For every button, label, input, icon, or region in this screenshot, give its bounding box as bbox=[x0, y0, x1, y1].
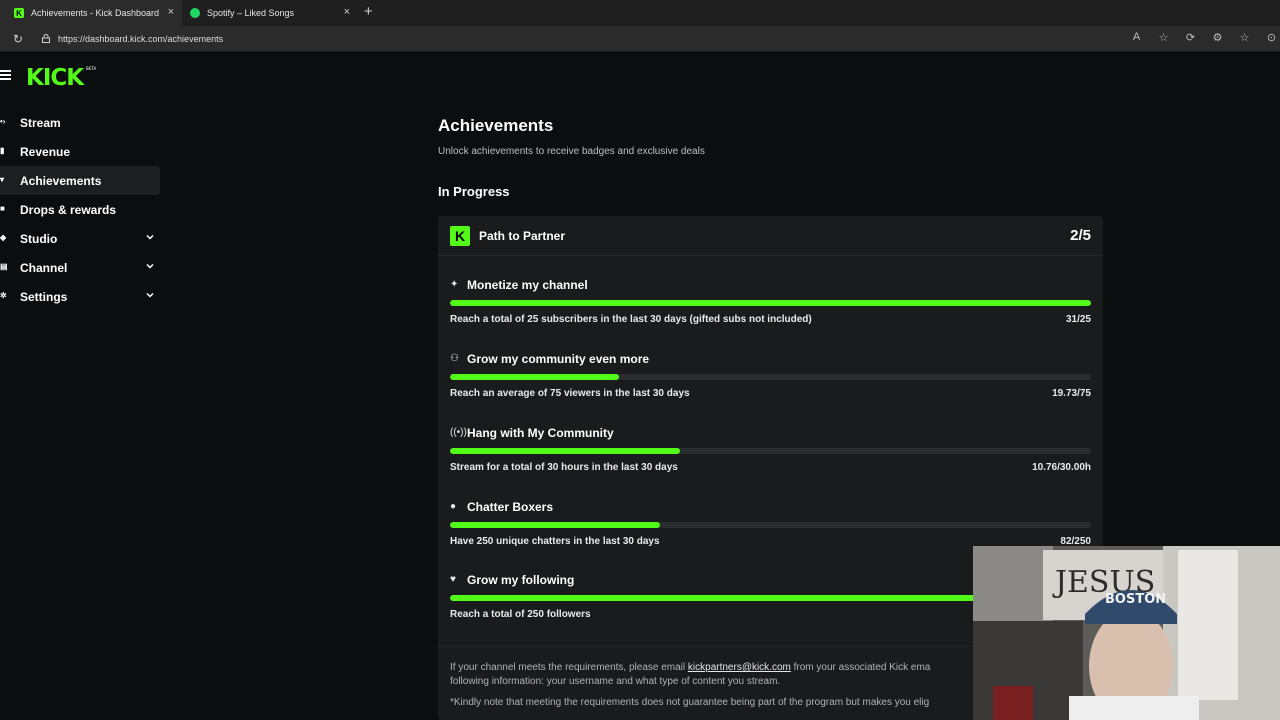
toolbar-icons: A ☆ ⟳ ⚙ ☆ ⊙ bbox=[1130, 31, 1280, 44]
sidebar-item-settings[interactable]: ✲ Settings bbox=[0, 282, 160, 311]
achievement-name: Chatter Boxers bbox=[467, 500, 554, 514]
achievement-desc: Reach a total of 25 subscribers in the l… bbox=[450, 314, 812, 325]
menu-icon[interactable] bbox=[0, 70, 11, 80]
achievement-name: Grow my community even more bbox=[467, 352, 650, 366]
reload-icon[interactable]: ↻ bbox=[13, 32, 23, 46]
sidebar-item-achievements[interactable]: ▾ Achievements bbox=[0, 166, 160, 195]
progress-fill bbox=[450, 300, 1091, 306]
partner-note: If your channel meets the requirements, … bbox=[450, 662, 930, 673]
favorites-icon[interactable]: ☆ bbox=[1238, 31, 1251, 44]
partner-email-link[interactable]: kickpartners@kick.com bbox=[688, 662, 791, 673]
gear-icon: ✲ bbox=[0, 291, 7, 300]
sidebar-item-drops[interactable]: ■ Drops & rewards bbox=[0, 195, 160, 224]
card-title: Path to Partner bbox=[479, 229, 566, 243]
progress-fill bbox=[450, 448, 681, 454]
achievement-desc: Reach an average of 75 viewers in the la… bbox=[450, 388, 690, 399]
achievement-grow-community: ⚇ Grow my community even more Reach an a… bbox=[450, 352, 1091, 427]
tab-title: Achievements - Kick Dashboard bbox=[31, 8, 160, 18]
achievement-value: 10.76/30.00h bbox=[1032, 462, 1091, 473]
heart-icon: ♥ bbox=[450, 574, 456, 585]
card-header: K Path to Partner 2/5 bbox=[438, 216, 1103, 256]
card-progress-count: 2/5 bbox=[1070, 227, 1091, 244]
webcam-overlay: JESUS BOSTON bbox=[973, 546, 1280, 720]
trophy-icon: ▾ bbox=[0, 175, 5, 184]
sidebar-item-label: Achievements bbox=[20, 173, 102, 188]
achievement-desc: Have 250 unique chatters in the last 30 … bbox=[450, 536, 660, 547]
sidebar-item-studio[interactable]: ◆ Studio bbox=[0, 224, 160, 253]
section-title: In Progress bbox=[438, 184, 510, 199]
achievement-desc: Reach a total of 250 followers bbox=[450, 609, 591, 620]
progress-track bbox=[450, 448, 1091, 454]
lock-icon[interactable] bbox=[42, 34, 50, 43]
tab-achievements[interactable]: K Achievements - Kick Dashboard × bbox=[0, 0, 182, 26]
tab-title: Spotify – Liked Songs bbox=[207, 8, 295, 18]
achievement-name: Hang with My Community bbox=[467, 426, 614, 440]
revenue-icon: ▮ bbox=[0, 146, 5, 155]
kick-badge-icon: K bbox=[450, 226, 470, 246]
page-subtitle: Unlock achievements to receive badges an… bbox=[438, 146, 705, 157]
chat-icon: ● bbox=[450, 501, 457, 512]
kick-logo[interactable]: KICK BETA bbox=[26, 64, 100, 88]
broadcast-icon: ((•)) bbox=[450, 427, 467, 438]
gift-icon: ■ bbox=[0, 204, 5, 213]
close-tab-icon[interactable]: × bbox=[344, 6, 350, 18]
progress-track bbox=[450, 374, 1091, 380]
partner-disclaimer: *Kindly note that meeting the requiremen… bbox=[450, 697, 930, 708]
collections-icon[interactable]: ⊙ bbox=[1265, 31, 1278, 44]
read-aloud-icon[interactable]: A bbox=[1130, 31, 1143, 44]
achievement-monetize: ✦ Monetize my channel Reach a total of 2… bbox=[450, 278, 1091, 353]
note-text: If your channel meets the requirements, … bbox=[450, 662, 688, 673]
sidebar-item-label: Drops & rewards bbox=[20, 202, 117, 217]
sidebar-item-channel[interactable]: ▤ Channel bbox=[0, 253, 160, 282]
chevron-down-icon[interactable] bbox=[146, 233, 154, 241]
browser-tab-bar: K Achievements - Kick Dashboard × Spotif… bbox=[0, 0, 1280, 26]
progress-track bbox=[450, 522, 1091, 528]
svg-text:BETA: BETA bbox=[86, 66, 96, 71]
page-title: Achievements bbox=[438, 116, 554, 135]
note-text: from your associated Kick ema bbox=[790, 662, 931, 673]
favorite-star-icon[interactable]: ☆ bbox=[1157, 31, 1170, 44]
achievement-name: Grow my following bbox=[467, 573, 575, 587]
progress-fill bbox=[450, 522, 661, 528]
sidebar-item-label: Studio bbox=[20, 231, 58, 246]
progress-track bbox=[450, 300, 1091, 306]
achievement-name: Monetize my channel bbox=[467, 278, 588, 292]
studio-icon: ◆ bbox=[0, 233, 7, 242]
spotify-favicon-icon bbox=[190, 8, 200, 18]
channel-icon: ▤ bbox=[0, 262, 8, 271]
achievement-value: 19.73/75 bbox=[1052, 388, 1091, 399]
url-input[interactable]: https://dashboard.kick.com/achievements bbox=[58, 34, 223, 44]
sidebar-item-label: Settings bbox=[20, 289, 68, 304]
sidebar-nav: •› Stream ▮ Revenue ▾ Achievements ■ Dro… bbox=[0, 108, 160, 311]
settings-sync-icon[interactable]: ⚙ bbox=[1211, 31, 1224, 44]
sidebar-item-label: Stream bbox=[20, 115, 61, 130]
tab-spotify[interactable]: Spotify – Liked Songs × bbox=[182, 0, 358, 26]
sidebar-item-revenue[interactable]: ▮ Revenue bbox=[0, 137, 160, 166]
sidebar-item-label: Revenue bbox=[20, 144, 71, 159]
achievement-hang: ((•)) Hang with My Community Stream for … bbox=[450, 426, 1091, 501]
svg-text:KICK: KICK bbox=[26, 65, 85, 88]
partner-note-2: following information: your username and… bbox=[450, 676, 781, 687]
progress-fill bbox=[450, 374, 619, 380]
address-bar: ↻ https://dashboard.kick.com/achievement… bbox=[0, 26, 1280, 52]
sidebar-item-stream[interactable]: •› Stream bbox=[0, 108, 160, 137]
stream-icon: •› bbox=[0, 117, 6, 126]
achievement-value: 31/25 bbox=[1065, 314, 1091, 325]
new-tab-icon[interactable]: + bbox=[364, 3, 373, 20]
close-tab-icon[interactable]: × bbox=[168, 6, 174, 18]
sparkle-icon: ✦ bbox=[450, 279, 459, 290]
users-icon: ⚇ bbox=[450, 353, 459, 364]
extensions-icon[interactable]: ⟳ bbox=[1184, 31, 1197, 44]
chevron-down-icon[interactable] bbox=[146, 262, 154, 270]
kick-favicon-icon: K bbox=[14, 8, 24, 18]
svg-text:BOSTON: BOSTON bbox=[1105, 592, 1166, 607]
chevron-down-icon[interactable] bbox=[146, 291, 154, 299]
achievement-desc: Stream for a total of 30 hours in the la… bbox=[450, 462, 678, 473]
sidebar-item-label: Channel bbox=[20, 260, 68, 275]
